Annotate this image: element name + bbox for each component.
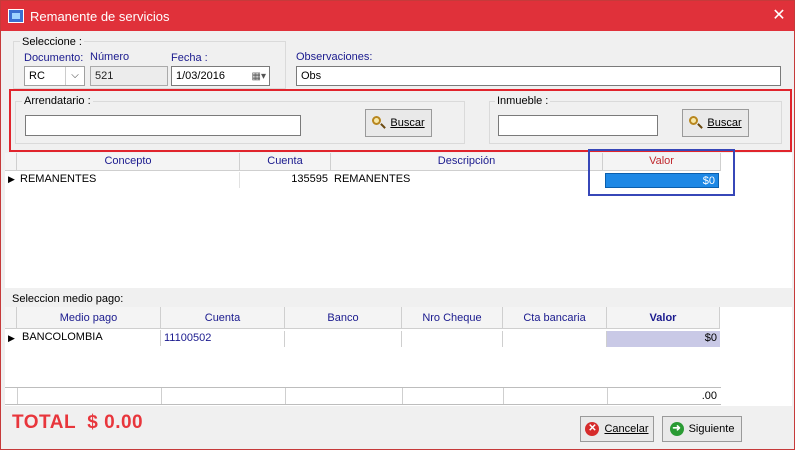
banco-cell[interactable] — [285, 331, 402, 347]
siguiente-label: Siguiente — [688, 423, 735, 435]
cuenta-cell[interactable]: 11100502 — [161, 331, 285, 347]
medio-pago-grid[interactable]: Medio pago Cuenta Banco Nro Cheque Cta b… — [5, 307, 792, 406]
numero-value: 521 — [95, 70, 114, 82]
magnifier-icon — [372, 116, 386, 130]
col-header-banco[interactable]: Banco — [285, 307, 402, 329]
row-header-corner — [5, 153, 17, 171]
col-header-cuenta[interactable]: Cuenta — [240, 153, 331, 171]
chevron-down-icon[interactable]: ⌵ — [65, 67, 84, 85]
fecha-label: Fecha : — [171, 52, 208, 64]
grid-divider — [402, 388, 403, 404]
valor-cell[interactable]: $0 — [607, 331, 720, 347]
inmueble-label: Inmueble : — [495, 95, 551, 107]
col-header-nro-cheque[interactable]: Nro Cheque — [402, 307, 503, 329]
col-header-cta-bancaria[interactable]: Cta bancaria — [503, 307, 607, 329]
siguiente-button[interactable]: ➜ Siguiente — [662, 416, 742, 442]
totals-row: .00 — [5, 387, 721, 405]
medio-pago-label: Seleccion medio pago: — [12, 293, 124, 305]
nro-cheque-cell[interactable] — [402, 331, 503, 347]
cancel-icon: ✕ — [585, 422, 600, 436]
calendar-icon[interactable]: ▦▾ — [252, 70, 266, 84]
documento-label: Documento: — [24, 52, 84, 64]
numero-field: 521 — [90, 66, 168, 86]
grid-divider — [161, 388, 162, 404]
col-header-cuenta[interactable]: Cuenta — [161, 307, 285, 329]
inmueble-buscar-label: Buscar — [707, 117, 742, 129]
numero-label: Número — [90, 51, 130, 63]
title-bar: Remanente de servicios ✕ — [1, 1, 794, 31]
cuenta-cell[interactable]: 135595 — [240, 172, 331, 188]
observaciones-input[interactable]: Obs — [296, 66, 781, 86]
col-header-medio-pago[interactable]: Medio pago — [17, 307, 161, 329]
descripcion-cell[interactable]: REMANENTES — [331, 172, 603, 188]
app-icon — [8, 9, 24, 23]
fecha-datepicker[interactable]: 1/03/2016 ▦▾ — [171, 66, 270, 86]
arrendatario-buscar-button[interactable]: Buscar — [365, 109, 432, 137]
documento-value: RC — [29, 70, 45, 82]
grid-divider — [17, 388, 18, 404]
total-label: TOTAL $ 0.00 — [12, 412, 144, 433]
arrendatario-buscar-label: Buscar — [390, 117, 425, 129]
cancelar-button[interactable]: ✕ Cancelar — [580, 416, 654, 442]
footer-total-cell: .00 — [701, 390, 717, 402]
inmueble-input[interactable] — [498, 115, 658, 136]
concepto-cell[interactable]: REMANENTES — [17, 172, 240, 188]
col-header-valor[interactable]: Valor — [607, 307, 720, 329]
col-header-descripcion[interactable]: Descripción — [331, 153, 603, 171]
seleccione-group-title: Seleccione : — [20, 36, 84, 48]
cancelar-label: Cancelar — [604, 423, 649, 435]
documento-select[interactable]: RC ⌵ — [24, 66, 85, 86]
row-selector-icon: ▶ — [8, 174, 15, 184]
row-selector-icon: ▶ — [8, 333, 15, 343]
observaciones-label: Observaciones: — [296, 51, 373, 63]
arrendatario-label: Arrendatario : — [22, 95, 93, 107]
close-icon[interactable]: ✕ — [764, 1, 794, 31]
arrendatario-input[interactable] — [25, 115, 301, 136]
valor-highlight-box — [588, 149, 735, 196]
next-arrow-icon: ➜ — [669, 422, 684, 436]
cta-bancaria-cell[interactable] — [503, 331, 607, 347]
grid-divider — [503, 388, 504, 404]
col-header-concepto[interactable]: Concepto — [17, 153, 240, 171]
grid-divider — [285, 388, 286, 404]
row-header-corner — [5, 307, 17, 329]
inmueble-buscar-button[interactable]: Buscar — [682, 109, 749, 137]
fecha-value: 1/03/2016 — [176, 70, 225, 82]
observaciones-value: Obs — [301, 70, 322, 82]
medio-pago-cell[interactable]: BANCOLOMBIA — [19, 330, 161, 346]
window: Remanente de servicios ✕ Seleccione : Do… — [0, 0, 795, 450]
window-title: Remanente de servicios — [30, 9, 170, 24]
magnifier-icon — [689, 116, 703, 130]
